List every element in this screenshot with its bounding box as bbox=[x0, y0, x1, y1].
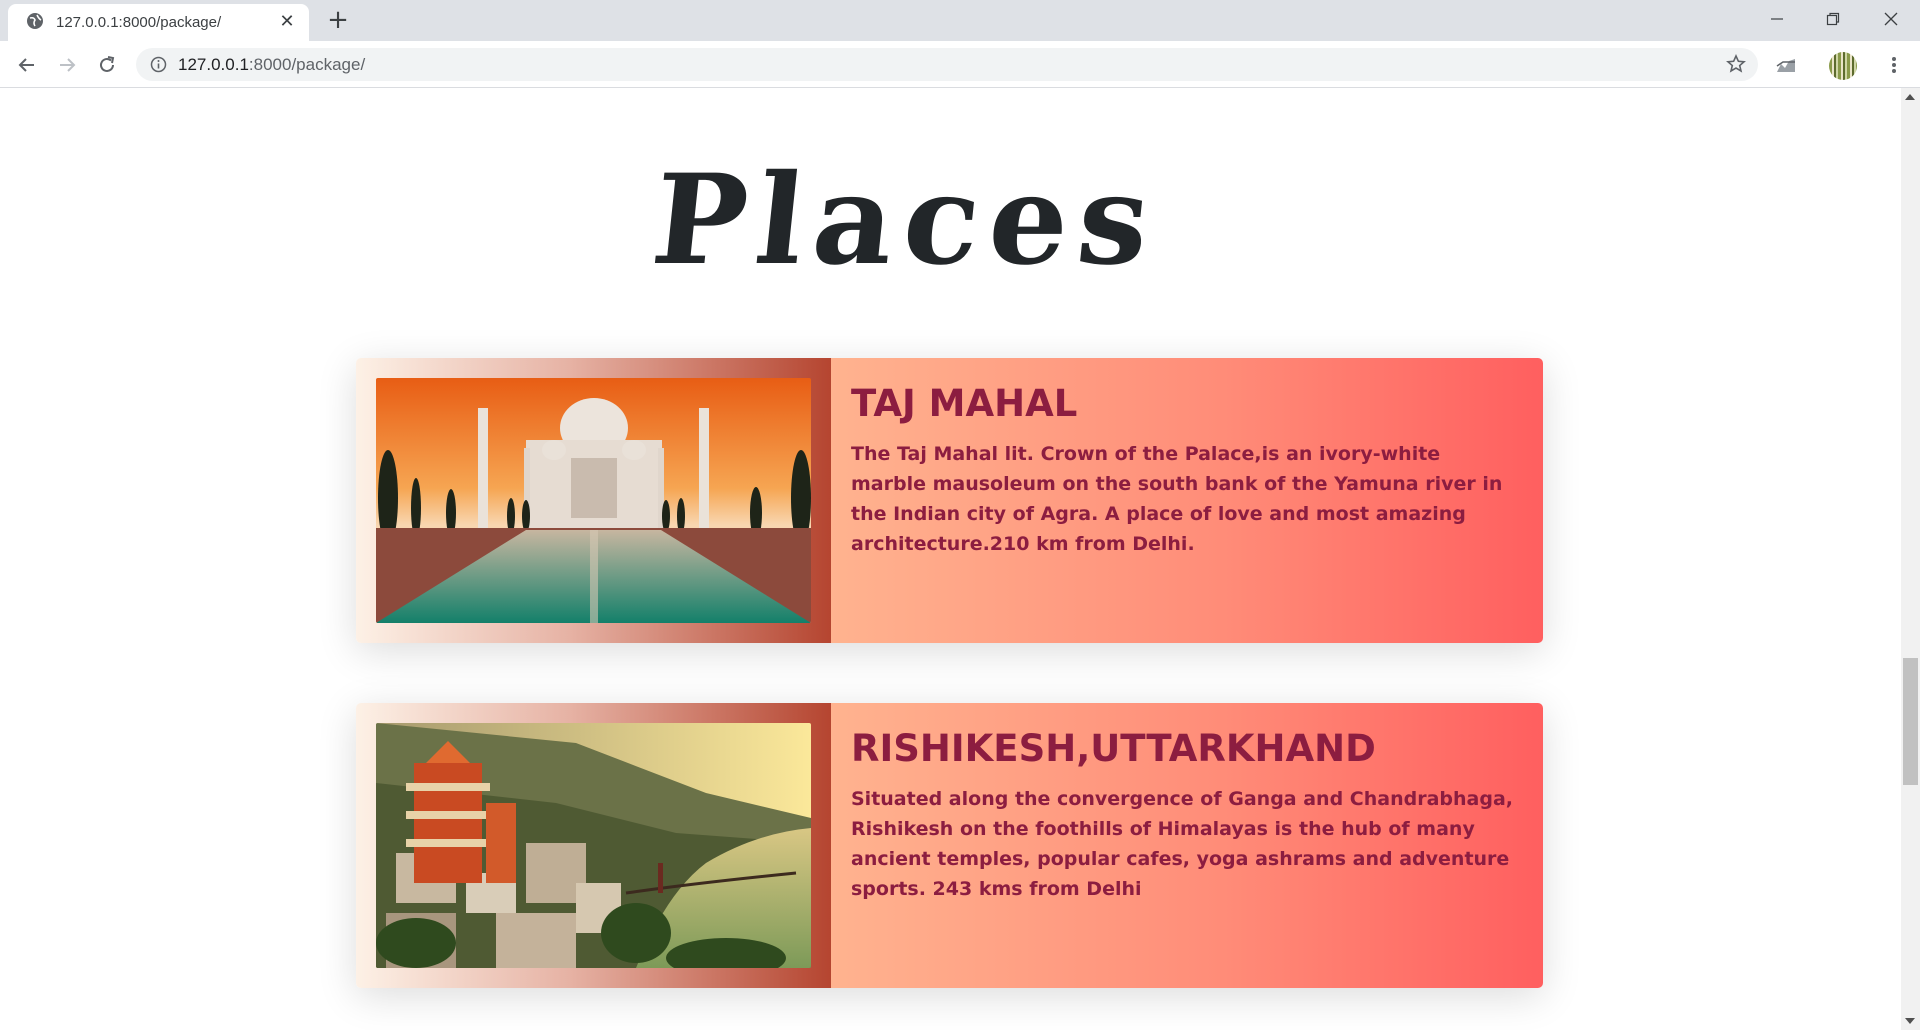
place-card: TAJ MAHAL The Taj Mahal lit. Crown of th… bbox=[356, 358, 1543, 643]
extension-icon[interactable] bbox=[1772, 51, 1800, 79]
back-icon[interactable] bbox=[13, 51, 41, 79]
browser-toolbar: 127.0.0.1:8000/package/ bbox=[0, 41, 1920, 88]
browser-tab[interactable]: 127.0.0.1:8000/package/ ✕ bbox=[8, 4, 309, 41]
place-title: TAJ MAHAL bbox=[851, 382, 1078, 425]
taj-mahal-image bbox=[376, 378, 811, 623]
vertical-scrollbar[interactable] bbox=[1901, 88, 1920, 1030]
info-icon[interactable] bbox=[150, 56, 167, 77]
globe-icon bbox=[26, 12, 44, 34]
scroll-down-arrow-icon[interactable] bbox=[1905, 1018, 1915, 1024]
place-description: The Taj Mahal lit. Crown of the Palace,i… bbox=[851, 443, 1503, 555]
minimize-icon[interactable] bbox=[1749, 0, 1805, 38]
url-path: :8000/package/ bbox=[248, 55, 366, 74]
profile-avatar[interactable] bbox=[1829, 52, 1857, 80]
url-text: 127.0.0.1:8000/package/ bbox=[178, 55, 365, 75]
address-bar[interactable]: 127.0.0.1:8000/package/ bbox=[136, 48, 1758, 81]
new-tab-icon[interactable]: + bbox=[325, 7, 351, 34]
tab-title: 127.0.0.1:8000/package/ bbox=[56, 14, 222, 31]
menu-kebab-icon[interactable] bbox=[1880, 51, 1908, 79]
scroll-thumb[interactable] bbox=[1903, 658, 1918, 785]
reload-icon[interactable] bbox=[93, 51, 121, 79]
page-title: Places bbox=[645, 148, 1167, 293]
place-description: Situated along the convergence of Ganga … bbox=[851, 788, 1513, 900]
close-tab-icon[interactable]: ✕ bbox=[277, 12, 297, 32]
page-viewport: Places TAJ MAHAL The Taj Mahal lit. Crow… bbox=[0, 88, 1901, 1030]
place-card: RISHIKESH,UTTARKHAND Situated along the … bbox=[356, 703, 1543, 988]
forward-icon[interactable] bbox=[53, 51, 81, 79]
scroll-up-arrow-icon[interactable] bbox=[1905, 94, 1915, 100]
place-title: RISHIKESH,UTTARKHAND bbox=[851, 727, 1376, 770]
close-window-icon[interactable] bbox=[1863, 0, 1919, 38]
url-host: 127.0.0.1 bbox=[178, 55, 249, 74]
tab-strip: 127.0.0.1:8000/package/ ✕ + bbox=[0, 0, 1920, 41]
rishikesh-image bbox=[376, 723, 811, 968]
restore-icon[interactable] bbox=[1805, 0, 1861, 38]
bookmark-star-icon[interactable] bbox=[1726, 54, 1746, 78]
